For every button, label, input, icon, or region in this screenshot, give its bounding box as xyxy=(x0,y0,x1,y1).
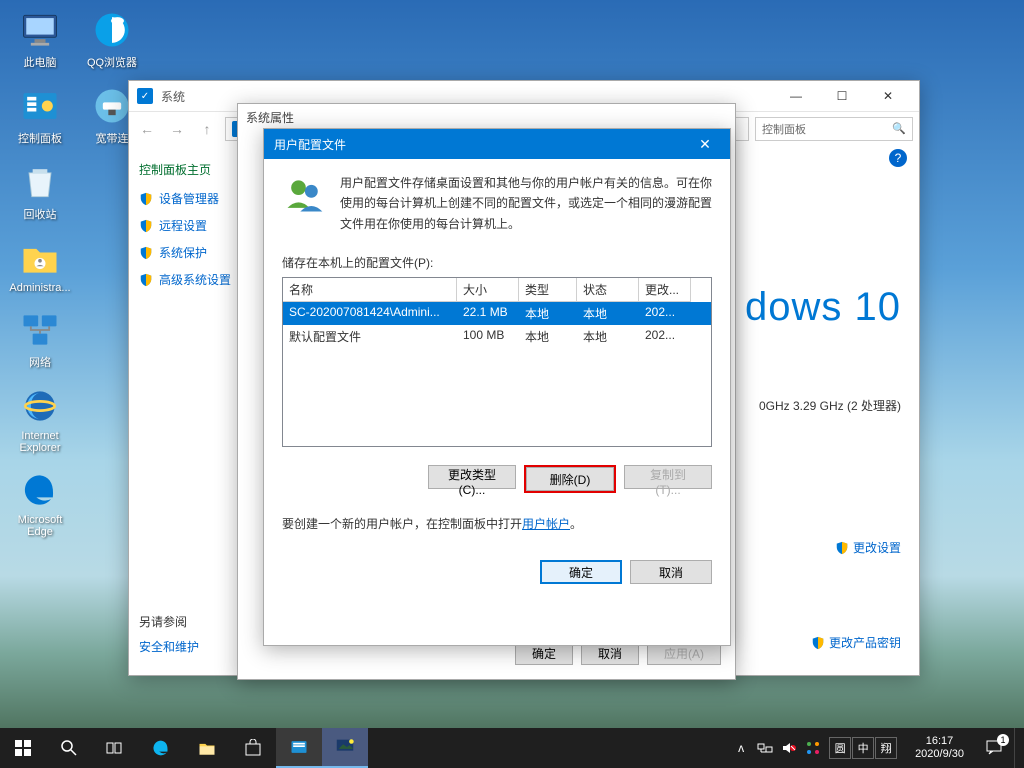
action-center-button[interactable] xyxy=(974,728,1014,768)
taskbar: ʌ 圆中翔 16:17 2020/9/30 xyxy=(0,728,1024,768)
desktop-icon-admin-folder[interactable]: Administra... xyxy=(8,236,72,294)
nav-up-button[interactable]: ↑ xyxy=(195,117,219,141)
desktop-icons-column: 此电脑 QQ浏览器 控制面板 宽带连 回收站 Administra... 网络 … xyxy=(8,8,144,538)
create-account-text: 要创建一个新的用户帐户，在控制面板中打开用户帐户。 xyxy=(282,515,712,532)
up-list-label: 储存在本机上的配置文件(P): xyxy=(282,254,712,271)
sidebar-link-advanced[interactable]: 高级系统设置 xyxy=(139,271,249,288)
desktop-icon-edge[interactable]: Microsoft Edge xyxy=(8,468,72,538)
taskview-button[interactable] xyxy=(92,728,138,768)
see-also-label: 另请参阅 xyxy=(139,613,199,630)
up-list-row-selected[interactable]: SC-202007081424\Admini...22.1 MB本地本地202.… xyxy=(283,302,711,325)
desktop-icon-qq-browser[interactable]: QQ浏览器 xyxy=(80,8,144,70)
nav-forward-button[interactable]: → xyxy=(165,117,189,141)
sidebar-header: 控制面板主页 xyxy=(139,161,249,178)
user-accounts-link[interactable]: 用户帐户 xyxy=(522,517,570,531)
taskbar-display-settings[interactable] xyxy=(322,728,368,768)
tray-expand-icon[interactable]: ʌ xyxy=(733,740,749,756)
desktop-icon-network[interactable]: 网络 xyxy=(8,308,72,370)
notification-icon xyxy=(985,738,1003,759)
sidebar-link-device-manager[interactable]: 设备管理器 xyxy=(139,190,249,207)
system-title-icon xyxy=(137,88,153,104)
sidebar-link-protection[interactable]: 系统保护 xyxy=(139,244,249,261)
search-input[interactable]: 控制面板🔍 xyxy=(755,117,913,141)
system-tray: ʌ 圆中翔 xyxy=(725,737,905,759)
up-profile-list[interactable]: 名称大小类型状态更改... SC-202007081424\Admini...2… xyxy=(282,277,712,447)
taskbar-clock[interactable]: 16:17 2020/9/30 xyxy=(905,735,974,761)
taskbar-explorer[interactable] xyxy=(184,728,230,768)
user-profile-icon xyxy=(282,173,326,217)
desktop-icon-control-panel[interactable]: 控制面板 xyxy=(8,84,72,146)
up-cancel-button[interactable]: 取消 xyxy=(630,560,712,584)
maximize-button[interactable]: ☐ xyxy=(819,81,865,111)
taskbar-control-panel[interactable] xyxy=(276,728,322,768)
security-maintenance-link[interactable]: 安全和维护 xyxy=(139,638,199,655)
tray-volume-icon[interactable] xyxy=(781,740,797,756)
close-button[interactable]: ✕ xyxy=(865,81,911,111)
desktop-icon-this-pc[interactable]: 此电脑 xyxy=(8,8,72,70)
tray-app-icon[interactable] xyxy=(805,740,821,756)
up-title: 用户配置文件 xyxy=(274,136,346,153)
props-titlebar[interactable]: 系统属性 xyxy=(238,104,735,130)
user-profiles-dialog: 用户配置文件 ✕ 用户配置文件存储桌面设置和其他与你的用户帐户有关的信息。可在你… xyxy=(263,128,731,646)
sidebar-link-remote[interactable]: 远程设置 xyxy=(139,217,249,234)
up-list-header: 名称大小类型状态更改... xyxy=(283,278,711,302)
delete-button[interactable]: 删除(D) xyxy=(526,467,614,491)
delete-button-highlight: 删除(D) xyxy=(524,465,616,493)
change-settings-link[interactable]: 更改设置 xyxy=(835,539,901,556)
taskbar-store[interactable] xyxy=(230,728,276,768)
system-title: 系统 xyxy=(161,88,185,105)
search-button[interactable] xyxy=(46,728,92,768)
taskbar-edge[interactable] xyxy=(138,728,184,768)
up-ok-button[interactable]: 确定 xyxy=(540,560,622,584)
tray-network-icon[interactable] xyxy=(757,740,773,756)
up-list-row[interactable]: 默认配置文件100 MB本地本地202... xyxy=(283,325,711,348)
show-desktop-button[interactable] xyxy=(1014,728,1020,768)
desktop: 此电脑 QQ浏览器 控制面板 宽带连 回收站 Administra... 网络 … xyxy=(0,0,1024,768)
start-button[interactable] xyxy=(0,728,46,768)
search-icon: 🔍 xyxy=(892,122,906,135)
change-product-key-link[interactable]: 更改产品密钥 xyxy=(811,634,901,651)
cpu-spec: 0GHz 3.29 GHz (2 处理器) xyxy=(759,397,901,414)
up-titlebar[interactable]: 用户配置文件 ✕ xyxy=(264,129,730,159)
up-close-button[interactable]: ✕ xyxy=(690,129,720,159)
nav-back-button[interactable]: ← xyxy=(135,117,159,141)
windows10-logo: dows 10 xyxy=(745,285,901,330)
copy-to-button: 复制到(T)... xyxy=(624,465,712,489)
desktop-icon-recycle-bin[interactable]: 回收站 xyxy=(8,160,72,222)
up-intro-text: 用户配置文件存储桌面设置和其他与你的用户帐户有关的信息。可在你使用的每台计算机上… xyxy=(340,173,712,234)
desktop-icon-ie[interactable]: Internet Explorer xyxy=(8,384,72,454)
change-type-button[interactable]: 更改类型(C)... xyxy=(428,465,516,489)
ime-indicator[interactable]: 圆中翔 xyxy=(829,737,897,759)
minimize-button[interactable]: — xyxy=(773,81,819,111)
